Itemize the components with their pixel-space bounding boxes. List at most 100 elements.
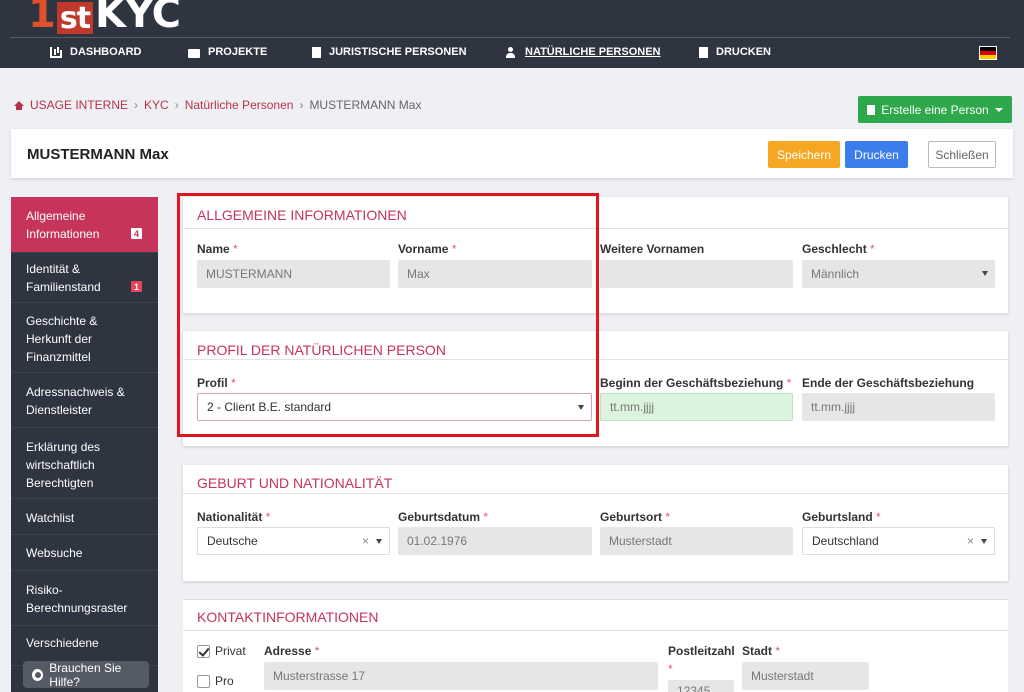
section-general-info: ALLGEMEINE INFORMATIONEN Name * MUSTERMA… (183, 197, 1008, 313)
address-input[interactable]: Musterstrasse 17 (264, 662, 658, 690)
name-field[interactable]: MUSTERMANN (197, 260, 390, 288)
user-icon (505, 46, 517, 58)
app-logo[interactable]: 1st KYC (28, 0, 181, 37)
dropdown-arrow-icon (981, 539, 987, 544)
name-label: Name * (197, 242, 238, 256)
logo-part-kyc: KYC (95, 0, 181, 37)
main-nav: DASHBOARD PROJEKTE JURISTISCHE PERSONEN … (0, 38, 1024, 68)
sidebar-item-identitaet[interactable]: Identität & Familienstand 1 (11, 253, 158, 303)
section-profile: PROFIL DER NATÜRLICHEN PERSON Profil * 2… (183, 331, 1008, 446)
nav-item-projekte[interactable]: PROJEKTE (188, 46, 267, 58)
section-title: KONTAKTINFORMATIONEN (197, 609, 379, 625)
nav-item-label: NATÜRLICHE PERSONEN (525, 46, 661, 58)
sidebar-item-label: Geschichte & Herkunft der Finanzmittel (26, 314, 98, 364)
breadcrumb-item[interactable]: Natürliche Personen (185, 98, 294, 112)
sidebar-item-label: Verschiedene (26, 636, 99, 650)
clear-icon[interactable]: × (967, 534, 974, 548)
bar-chart-icon (50, 46, 62, 58)
german-flag-icon[interactable] (979, 46, 997, 60)
sidebar-item-adressnachweis[interactable]: Adressnachweis & Dienstleister (11, 373, 158, 428)
home-icon[interactable] (14, 100, 24, 110)
privat-label: Privat (215, 644, 246, 658)
lifebuoy-icon (32, 668, 44, 681)
notification-badge: 1 (131, 281, 142, 292)
sidebar-item-erklaerung[interactable]: Erklärung des wirtschaftlich Berechtigte… (11, 428, 158, 499)
nav-item-label: DRUCKEN (716, 46, 771, 58)
zip-required-mark: * (668, 662, 673, 676)
top-bar: 1st KYC DASHBOARD PROJEKTE JURISTISCHE PE… (0, 0, 1024, 68)
nav-item-dashboard[interactable]: DASHBOARD (50, 46, 142, 58)
help-label: Brauchen Sie Hilfe? (49, 660, 122, 689)
start-date-input[interactable]: tt.mm.jjjj (600, 393, 793, 421)
birthdate-label: Geburtsdatum * (398, 510, 489, 524)
nav-item-label: PROJEKTE (208, 46, 268, 58)
section-divider (183, 228, 1008, 229)
sidebar-item-label: Adressnachweis & Dienstleister (26, 385, 125, 417)
section-title: GEBURT UND NATIONALITÄT (197, 475, 393, 491)
clear-icon[interactable]: × (362, 534, 369, 548)
sidebar-item-label: Identität & Familienstand (26, 262, 101, 294)
sidebar-item-allgemeine-informationen[interactable]: Allgemeine Informationen 4 (11, 197, 158, 253)
sidebar-item-label: Erklärung des wirtschaftlich Berechtigte… (26, 440, 101, 490)
profile-label: Profil * (197, 376, 236, 390)
dropdown-arrow-icon (376, 539, 382, 544)
end-date-input[interactable]: tt.mm.jjjj (802, 393, 995, 421)
profile-select[interactable]: 2 - Client B.E. standard (197, 393, 592, 421)
breadcrumb-separator: › (134, 98, 139, 112)
sidebar-item-geschichte[interactable]: Geschichte & Herkunft der Finanzmittel (11, 303, 158, 373)
pro-checkbox[interactable] (197, 675, 210, 688)
privat-checkbox[interactable] (197, 645, 210, 658)
breadcrumb-item[interactable]: KYC (144, 98, 169, 112)
dropdown-arrow-icon (982, 271, 988, 276)
sidebar-item-risiko[interactable]: Risiko-Berechnungsraster (11, 571, 158, 626)
chevron-down-icon (994, 107, 1003, 112)
notification-badge: 4 (131, 228, 142, 239)
end-date-label: Ende der Geschäftsbeziehung (802, 376, 975, 390)
nav-item-drucken[interactable]: DRUCKEN (699, 46, 771, 58)
page-header: MUSTERMANN Max Speichern Drucken Schließ… (11, 129, 1013, 178)
nav-item-label: DASHBOARD (70, 46, 142, 58)
birthplace-input[interactable]: Musterstadt (600, 527, 793, 555)
birthcountry-label: Geburtsland * (802, 510, 881, 524)
nationality-value: Deutsche (207, 534, 258, 548)
nationality-select[interactable]: Deutsche × (197, 527, 390, 555)
city-input[interactable]: Musterstadt (742, 662, 869, 690)
sidebar-item-label: Allgemeine Informationen (26, 209, 100, 241)
section-contact: KONTAKTINFORMATIONEN Privat Pro Adresse … (183, 599, 1008, 692)
zip-input[interactable]: 12345 (668, 680, 734, 692)
sidebar-item-websuche[interactable]: Websuche (11, 535, 158, 571)
nav-item-juristische-personen[interactable]: JURISTISCHE PERSONEN (312, 46, 467, 58)
section-divider (183, 493, 1008, 494)
other-names-label: Weitere Vornamen (600, 242, 705, 256)
birthcountry-value: Deutschland (812, 534, 879, 548)
city-label: Stadt * (742, 644, 781, 658)
nav-item-natuerliche-personen[interactable]: NATÜRLICHE PERSONEN (505, 46, 660, 58)
sidebar-item-label: Risiko-Berechnungsraster (26, 583, 128, 615)
nationality-label: Nationalität * (197, 510, 271, 524)
gender-label: Geschlecht * (802, 242, 875, 256)
create-person-label: Erstelle eine Person (881, 102, 989, 117)
close-button[interactable]: Schließen (928, 141, 996, 168)
print-button[interactable]: Drucken (845, 141, 908, 168)
create-person-button[interactable]: Erstelle eine Person (858, 96, 1012, 123)
breadcrumb-separator: › (299, 98, 304, 112)
breadcrumb: USAGE INTERNE › KYC › Natürliche Persone… (14, 98, 421, 112)
section-title: ALLGEMEINE INFORMATIONEN (197, 207, 407, 223)
profile-value: 2 - Client B.E. standard (207, 400, 332, 414)
save-button[interactable]: Speichern (768, 141, 840, 168)
breadcrumb-item[interactable]: USAGE INTERNE (30, 98, 128, 112)
start-date-label: Beginn der Geschäftsbeziehung * (600, 376, 792, 390)
gender-select[interactable]: Männlich (802, 260, 995, 288)
logo-part-st: st (56, 2, 94, 34)
zip-label: Postleitzahl (668, 644, 735, 658)
section-birth: GEBURT UND NATIONALITÄT Nationalität * D… (183, 465, 1008, 581)
help-button[interactable]: Brauchen Sie Hilfe? (23, 660, 149, 689)
building-icon (312, 46, 321, 58)
birthcountry-select[interactable]: Deutschland × (802, 527, 995, 555)
birthdate-input[interactable]: 01.02.1976 (398, 527, 592, 555)
sidebar-item-watchlist[interactable]: Watchlist (11, 499, 158, 535)
gender-value: Männlich (811, 267, 860, 281)
other-names-field[interactable] (600, 260, 793, 288)
firstname-field[interactable]: Max (398, 260, 592, 288)
sidebar-item-label: Websuche (26, 546, 83, 560)
